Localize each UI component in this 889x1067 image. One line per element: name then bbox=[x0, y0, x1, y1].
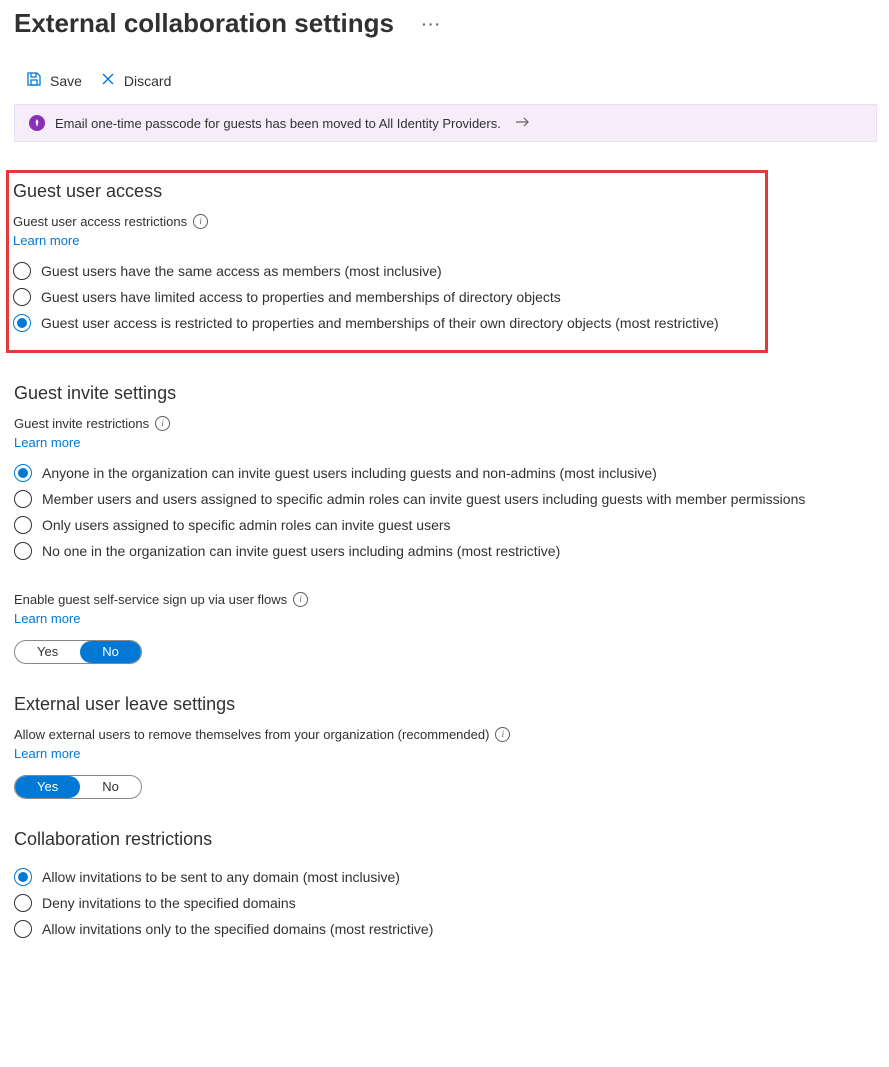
guest-invite-learn-more[interactable]: Learn more bbox=[14, 435, 875, 450]
info-banner[interactable]: Email one-time passcode for guests has b… bbox=[14, 104, 877, 142]
radio-icon[interactable] bbox=[14, 868, 32, 886]
radio-label: No one in the organization can invite gu… bbox=[42, 543, 560, 559]
guest-access-option-2[interactable]: Guest user access is restricted to prope… bbox=[13, 310, 755, 336]
radio-icon[interactable] bbox=[14, 920, 32, 938]
radio-label: Deny invitations to the specified domain… bbox=[42, 895, 296, 911]
radio-label: Guest user access is restricted to prope… bbox=[41, 315, 719, 331]
more-menu[interactable]: ··· bbox=[422, 16, 442, 32]
leave-field-label: Allow external users to remove themselve… bbox=[14, 727, 510, 742]
self-service-toggle[interactable]: Yes No bbox=[14, 640, 142, 664]
leave-title: External user leave settings bbox=[14, 694, 875, 715]
toggle-no[interactable]: No bbox=[80, 641, 141, 663]
radio-label: Guest users have the same access as memb… bbox=[41, 263, 442, 279]
guest-access-learn-more[interactable]: Learn more bbox=[13, 233, 755, 248]
guest-invite-option-0[interactable]: Anyone in the organization can invite gu… bbox=[14, 460, 875, 486]
discard-button[interactable]: Discard bbox=[94, 67, 177, 94]
arrow-right-icon bbox=[515, 116, 531, 131]
collab-title: Collaboration restrictions bbox=[14, 829, 875, 850]
section-collab: Collaboration restrictions Allow invitat… bbox=[14, 829, 875, 942]
discard-label: Discard bbox=[124, 73, 171, 89]
section-leave: External user leave settings Allow exter… bbox=[14, 694, 875, 799]
save-button[interactable]: Save bbox=[20, 67, 88, 94]
guest-access-field-label: Guest user access restrictions i bbox=[13, 214, 208, 229]
radio-label: Allow invitations to be sent to any doma… bbox=[42, 869, 400, 885]
section-guest-invite: Guest invite settings Guest invite restr… bbox=[14, 383, 875, 664]
self-service-learn-more[interactable]: Learn more bbox=[14, 611, 875, 626]
compass-icon bbox=[29, 115, 45, 131]
page-title-text: External collaboration settings bbox=[14, 8, 394, 39]
toggle-no[interactable]: No bbox=[80, 776, 141, 798]
radio-icon[interactable] bbox=[14, 464, 32, 482]
collab-option-2[interactable]: Allow invitations only to the specified … bbox=[14, 916, 875, 942]
guest-invite-field-label: Guest invite restrictions i bbox=[14, 416, 170, 431]
leave-learn-more[interactable]: Learn more bbox=[14, 746, 875, 761]
radio-icon[interactable] bbox=[14, 542, 32, 560]
radio-icon[interactable] bbox=[14, 894, 32, 912]
collab-option-1[interactable]: Deny invitations to the specified domain… bbox=[14, 890, 875, 916]
info-icon[interactable]: i bbox=[193, 214, 208, 229]
radio-label: Guest users have limited access to prope… bbox=[41, 289, 561, 305]
close-icon bbox=[100, 71, 116, 90]
info-banner-text: Email one-time passcode for guests has b… bbox=[55, 116, 501, 131]
radio-icon[interactable] bbox=[14, 490, 32, 508]
command-bar: Save Discard bbox=[14, 61, 875, 102]
guest-invite-option-1[interactable]: Member users and users assigned to speci… bbox=[14, 486, 875, 512]
toggle-yes[interactable]: Yes bbox=[15, 776, 80, 798]
guest-access-title: Guest user access bbox=[13, 181, 755, 202]
radio-icon[interactable] bbox=[13, 262, 31, 280]
self-service-block: Enable guest self-service sign up via us… bbox=[14, 588, 875, 664]
radio-label: Only users assigned to specific admin ro… bbox=[42, 517, 451, 533]
guest-invite-option-2[interactable]: Only users assigned to specific admin ro… bbox=[14, 512, 875, 538]
radio-label: Allow invitations only to the specified … bbox=[42, 921, 433, 937]
guest-access-option-1[interactable]: Guest users have limited access to prope… bbox=[13, 284, 755, 310]
self-service-field-label: Enable guest self-service sign up via us… bbox=[14, 592, 308, 607]
page-title: External collaboration settings ··· bbox=[14, 8, 875, 39]
radio-label: Member users and users assigned to speci… bbox=[42, 491, 805, 507]
section-guest-access: Guest user access Guest user access rest… bbox=[13, 181, 755, 336]
radio-icon[interactable] bbox=[13, 314, 31, 332]
toggle-yes[interactable]: Yes bbox=[15, 641, 80, 663]
guest-invite-title: Guest invite settings bbox=[14, 383, 875, 404]
radio-label: Anyone in the organization can invite gu… bbox=[42, 465, 657, 481]
info-icon[interactable]: i bbox=[495, 727, 510, 742]
info-icon[interactable]: i bbox=[293, 592, 308, 607]
collab-option-0[interactable]: Allow invitations to be sent to any doma… bbox=[14, 864, 875, 890]
leave-toggle[interactable]: Yes No bbox=[14, 775, 142, 799]
save-label: Save bbox=[50, 73, 82, 89]
info-icon[interactable]: i bbox=[155, 416, 170, 431]
radio-icon[interactable] bbox=[14, 516, 32, 534]
guest-invite-option-3[interactable]: No one in the organization can invite gu… bbox=[14, 538, 875, 564]
guest-access-option-0[interactable]: Guest users have the same access as memb… bbox=[13, 258, 755, 284]
guest-access-highlight: Guest user access Guest user access rest… bbox=[6, 170, 768, 353]
radio-icon[interactable] bbox=[13, 288, 31, 306]
save-icon bbox=[26, 71, 42, 90]
